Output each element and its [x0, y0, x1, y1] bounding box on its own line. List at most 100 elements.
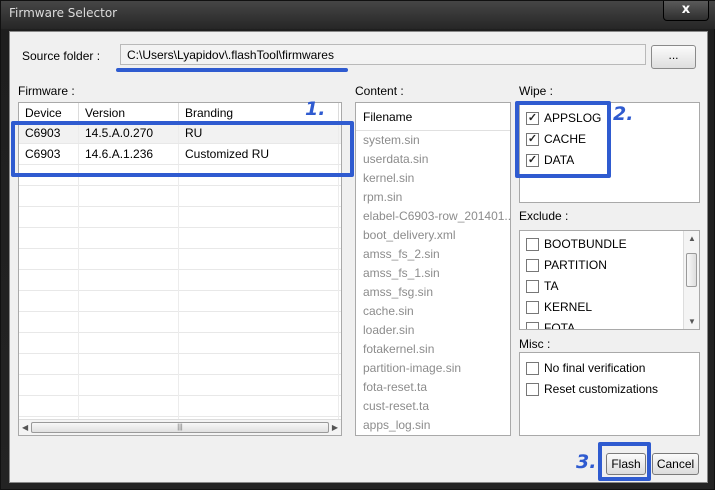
exclude-options: BOOTBUNDLE PARTITION TA KERNEL FOTA ▲ ▼	[519, 230, 700, 330]
empty-cell	[179, 228, 339, 249]
empty-cell	[19, 207, 79, 228]
empty-cell	[179, 207, 339, 228]
list-item[interactable]: cust-reset.ta	[356, 397, 510, 416]
scroll-left-icon[interactable]: ◀	[22, 423, 28, 432]
wipe-options-highlight	[515, 101, 611, 178]
exclude-label: Exclude :	[519, 209, 569, 223]
empty-cell	[79, 375, 179, 396]
no-final-verification-option[interactable]: No final verification	[526, 359, 645, 377]
option-label: TA	[544, 279, 559, 293]
empty-table-row	[19, 354, 341, 375]
file-list: system.sin userdata.sin kernel.sin rpm.sin e…	[356, 131, 510, 435]
list-item[interactable]: boot_delivery.xml	[356, 226, 510, 245]
source-folder-label: Source folder :	[22, 49, 101, 63]
empty-cell	[79, 249, 179, 270]
list-item[interactable]: system.sin	[356, 131, 510, 150]
empty-cell	[179, 291, 339, 312]
empty-cell	[19, 291, 79, 312]
dialog-body: Source folder : C:\Users\Lyapidov\.flash…	[9, 31, 708, 483]
empty-cell	[19, 270, 79, 291]
checkbox[interactable]	[526, 321, 539, 329]
checkbox[interactable]	[526, 237, 539, 251]
list-item[interactable]: rpm.sin	[356, 188, 510, 207]
column-device[interactable]: Device	[19, 103, 79, 122]
wipe-label: Wipe :	[519, 84, 554, 98]
exclude-kernel-option[interactable]: KERNEL	[526, 298, 592, 316]
list-item[interactable]: amss_fsg.sin	[356, 283, 510, 302]
empty-cell	[179, 396, 339, 417]
content-column-filename[interactable]: Filename	[356, 103, 510, 131]
empty-cell	[79, 354, 179, 375]
source-folder-field[interactable]: C:\Users\Lyapidov\.flashTool\firmwares	[120, 44, 646, 65]
exclude-partition-option[interactable]: PARTITION	[526, 256, 607, 274]
option-label: PARTITION	[544, 258, 607, 272]
list-item[interactable]: amss_fs_2.sin	[356, 245, 510, 264]
empty-cell	[19, 375, 79, 396]
checkbox[interactable]	[526, 258, 539, 272]
empty-cell	[79, 228, 179, 249]
source-path-underline	[116, 68, 348, 72]
list-item[interactable]: cache.sin	[356, 302, 510, 321]
reset-customizations-option[interactable]: Reset customizations	[526, 380, 658, 398]
flash-button-highlight	[598, 442, 651, 481]
empty-table-row	[19, 312, 341, 333]
empty-table-row	[19, 228, 341, 249]
checkbox[interactable]	[526, 361, 539, 375]
exclude-fota-option[interactable]: FOTA	[526, 319, 575, 329]
empty-cell	[179, 333, 339, 354]
exclude-bootbundle-option[interactable]: BOOTBUNDLE	[526, 235, 627, 253]
empty-cell	[79, 270, 179, 291]
annotation-step-2: 2.	[613, 103, 634, 125]
exclude-vertical-scrollbar[interactable]: ▲ ▼	[683, 231, 699, 329]
empty-table-row	[19, 249, 341, 270]
misc-label: Misc :	[519, 337, 551, 351]
cancel-button[interactable]: Cancel	[652, 453, 699, 475]
empty-cell	[19, 333, 79, 354]
content-label: Content :	[355, 84, 404, 98]
empty-table-row	[19, 333, 341, 354]
checkbox[interactable]	[526, 382, 539, 396]
empty-cell	[19, 354, 79, 375]
empty-table-row	[19, 375, 341, 396]
firmware-horizontal-scrollbar[interactable]: ◀ ||| ▶	[19, 419, 341, 435]
option-label: KERNEL	[544, 300, 593, 314]
empty-cell	[79, 207, 179, 228]
list-item[interactable]: userdata.sin	[356, 150, 510, 169]
scroll-down-icon[interactable]: ▼	[688, 317, 696, 326]
list-item[interactable]: amss_fs_1.sin	[356, 264, 510, 283]
list-item[interactable]: apps_log.sin	[356, 416, 510, 435]
empty-cell	[79, 186, 179, 207]
column-version[interactable]: Version	[79, 103, 179, 122]
empty-cell	[179, 354, 339, 375]
empty-cell	[19, 186, 79, 207]
empty-cell	[79, 291, 179, 312]
list-item[interactable]: fota-reset.ta	[356, 378, 510, 397]
exclude-ta-option[interactable]: TA	[526, 277, 558, 295]
empty-cell	[79, 396, 179, 417]
empty-table-row	[19, 186, 341, 207]
list-item[interactable]: fotakernel.sin	[356, 340, 510, 359]
empty-table-row	[19, 291, 341, 312]
empty-table-row	[19, 396, 341, 417]
annotation-step-1: 1.	[305, 98, 326, 120]
content-list: Filename system.sin userdata.sin kernel.si…	[355, 102, 511, 436]
empty-rows	[19, 165, 341, 435]
empty-cell	[19, 396, 79, 417]
close-button[interactable]: x	[663, 1, 709, 21]
checkbox[interactable]	[526, 279, 539, 293]
empty-cell	[179, 249, 339, 270]
empty-table-row	[19, 270, 341, 291]
empty-table-row	[19, 207, 341, 228]
scrollbar-thumb[interactable]	[686, 253, 697, 287]
scrollbar-thumb[interactable]: |||	[31, 422, 329, 433]
list-item[interactable]: partition-image.sin	[356, 359, 510, 378]
checkbox[interactable]	[526, 300, 539, 314]
list-item[interactable]: kernel.sin	[356, 169, 510, 188]
browse-button[interactable]: ...	[651, 45, 696, 69]
firmware-selector-window: Firmware Selector x Source folder : C:\U…	[0, 0, 715, 490]
list-item[interactable]: elabel-C6903-row_201401...	[356, 207, 510, 226]
list-item[interactable]: loader.sin	[356, 321, 510, 340]
scroll-right-icon[interactable]: ▶	[332, 423, 338, 432]
empty-cell	[179, 312, 339, 333]
scroll-up-icon[interactable]: ▲	[688, 234, 696, 243]
